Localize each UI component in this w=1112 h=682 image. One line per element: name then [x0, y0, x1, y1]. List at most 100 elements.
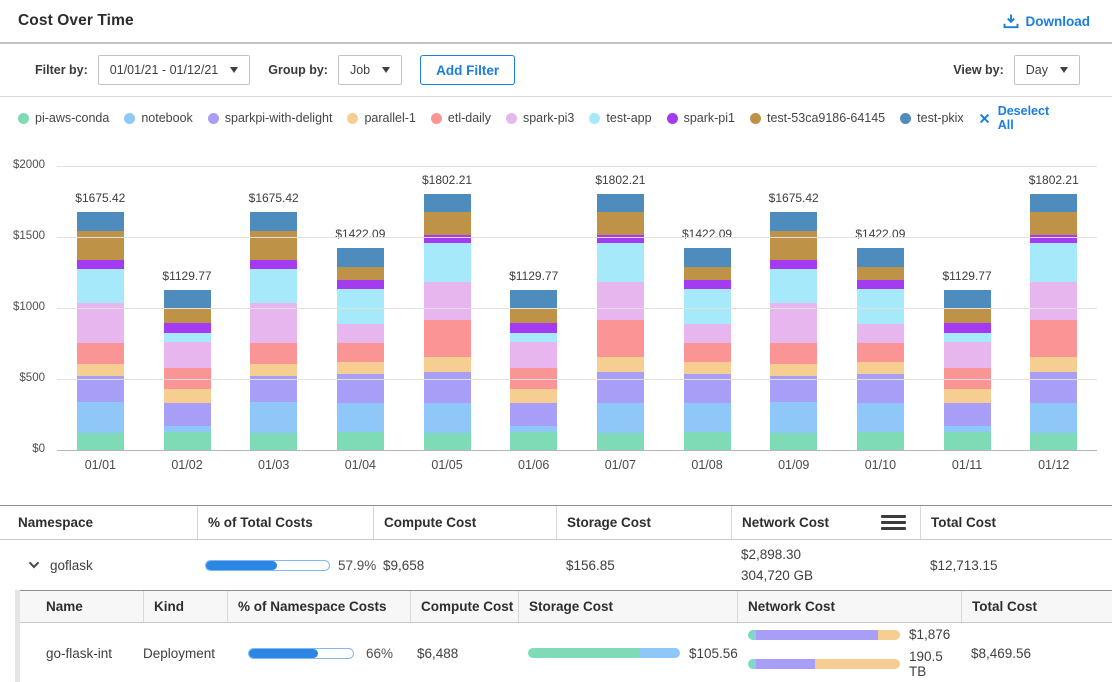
bar-segment-test-app[interactable] [510, 333, 557, 342]
bar-segment-test-53ca9186-64145[interactable] [337, 267, 384, 281]
bar-segment-pi-aws-conda[interactable] [337, 432, 384, 450]
group-by-select[interactable]: Job [338, 55, 402, 85]
bar-segment-test-pkix[interactable] [337, 248, 384, 266]
legend-item-test-app[interactable]: test-app [589, 111, 651, 125]
bar-segment-parallel-1[interactable] [597, 357, 644, 372]
bar-segment-test-pkix[interactable] [250, 212, 297, 231]
bar-segment-test-app[interactable] [857, 289, 904, 324]
bar-segment-sparkpi-with-delight[interactable] [597, 372, 644, 404]
bar-segment-etl-daily[interactable] [684, 343, 731, 362]
bar-segment-parallel-1[interactable] [424, 357, 471, 372]
bar-segment-sparkpi-with-delight[interactable] [1030, 372, 1077, 404]
bar-segment-etl-daily[interactable] [77, 343, 124, 364]
bar-segment-spark-pi3[interactable] [510, 342, 557, 368]
bar-segment-test-53ca9186-64145[interactable] [1030, 212, 1077, 235]
bar-segment-pi-aws-conda[interactable] [944, 432, 991, 450]
view-by-select[interactable]: Day [1014, 55, 1080, 85]
bar-segment-spark-pi1[interactable] [684, 280, 731, 289]
bar-segment-etl-daily[interactable] [597, 320, 644, 357]
bar-segment-spark-pi1[interactable] [164, 323, 211, 333]
add-filter-button[interactable]: Add Filter [420, 55, 515, 85]
chevron-down-icon[interactable] [28, 561, 40, 569]
deselect-all-button[interactable]: Deselect All [979, 104, 1064, 132]
bar-segment-notebook[interactable] [770, 402, 817, 433]
bar-segment-notebook[interactable] [337, 403, 384, 433]
workload-row-go-flask-int[interactable]: go-flask-int Deployment 66% $6,488 $105.… [20, 623, 1112, 682]
bar-segment-pi-aws-conda[interactable] [597, 433, 644, 450]
bar-segment-etl-daily[interactable] [424, 320, 471, 357]
bar-segment-spark-pi3[interactable] [1030, 282, 1077, 320]
bar-segment-test-pkix[interactable] [77, 212, 124, 231]
bar-segment-spark-pi1[interactable] [424, 235, 471, 244]
bar-segment-test-app[interactable] [944, 333, 991, 342]
bar-segment-test-53ca9186-64145[interactable] [597, 212, 644, 235]
namespace-cell[interactable]: goflask [0, 558, 197, 573]
bar-segment-test-app[interactable] [250, 269, 297, 303]
bar-segment-parallel-1[interactable] [164, 389, 211, 403]
bar-segment-sparkpi-with-delight[interactable] [424, 372, 471, 404]
bar-segment-spark-pi3[interactable] [857, 324, 904, 343]
bar-segment-spark-pi1[interactable] [77, 260, 124, 269]
bar-segment-notebook[interactable] [77, 402, 124, 433]
bar-segment-test-app[interactable] [684, 289, 731, 324]
bar-segment-spark-pi1[interactable] [510, 323, 557, 333]
bar-segment-parallel-1[interactable] [684, 362, 731, 375]
namespace-row-goflask[interactable]: goflask 57.9% $9,658 $156.85 $2,898.30 3… [0, 540, 1112, 590]
bar-segment-spark-pi1[interactable] [250, 260, 297, 269]
bar-segment-test-app[interactable] [164, 333, 211, 342]
bar-segment-test-pkix[interactable] [684, 248, 731, 266]
bar-segment-parallel-1[interactable] [77, 364, 124, 376]
bar-segment-spark-pi3[interactable] [337, 324, 384, 343]
bar-segment-parallel-1[interactable] [337, 362, 384, 375]
bar-segment-notebook[interactable] [424, 403, 471, 433]
legend-item-parallel-1[interactable]: parallel-1 [347, 111, 415, 125]
legend-item-spark-pi1[interactable]: spark-pi1 [667, 111, 735, 125]
bar-segment-sparkpi-with-delight[interactable] [510, 403, 557, 425]
bar-segment-test-53ca9186-64145[interactable] [684, 267, 731, 281]
bar-segment-test-pkix[interactable] [770, 212, 817, 231]
bar-segment-notebook[interactable] [1030, 403, 1077, 433]
bar-segment-sparkpi-with-delight[interactable] [164, 403, 211, 425]
bar-segment-test-pkix[interactable] [1030, 194, 1077, 212]
bar-segment-test-app[interactable] [77, 269, 124, 303]
bar-segment-test-app[interactable] [337, 289, 384, 324]
bar-segment-test-pkix[interactable] [597, 194, 644, 212]
bar-segment-pi-aws-conda[interactable] [250, 433, 297, 450]
bar-segment-spark-pi3[interactable] [164, 342, 211, 368]
column-menu-icon[interactable] [881, 515, 906, 530]
date-range-select[interactable]: 01/01/21 - 01/12/21 [98, 55, 250, 85]
bar-segment-spark-pi3[interactable] [944, 342, 991, 368]
bar-segment-test-app[interactable] [424, 243, 471, 281]
download-button[interactable]: Download [1003, 14, 1091, 29]
legend-item-spark-pi3[interactable]: spark-pi3 [506, 111, 574, 125]
legend-item-pi-aws-conda[interactable]: pi-aws-conda [18, 111, 109, 125]
bar-segment-test-pkix[interactable] [424, 194, 471, 212]
bar-segment-spark-pi3[interactable] [597, 282, 644, 320]
bar-segment-etl-daily[interactable] [337, 343, 384, 362]
legend-item-test-pkix[interactable]: test-pkix [900, 111, 964, 125]
bar-segment-etl-daily[interactable] [857, 343, 904, 362]
bar-segment-etl-daily[interactable] [1030, 320, 1077, 357]
bar-segment-test-app[interactable] [597, 243, 644, 281]
bar-segment-parallel-1[interactable] [944, 389, 991, 403]
bar-segment-test-53ca9186-64145[interactable] [424, 212, 471, 235]
bar-segment-parallel-1[interactable] [510, 389, 557, 403]
bar-segment-pi-aws-conda[interactable] [164, 432, 211, 450]
bar-segment-spark-pi1[interactable] [944, 323, 991, 333]
bar-segment-test-53ca9186-64145[interactable] [510, 309, 557, 323]
bar-segment-test-53ca9186-64145[interactable] [77, 231, 124, 260]
bar-segment-spark-pi1[interactable] [597, 235, 644, 244]
bar-segment-notebook[interactable] [857, 403, 904, 433]
bar-segment-spark-pi1[interactable] [337, 280, 384, 289]
bar-segment-spark-pi3[interactable] [684, 324, 731, 343]
bar-segment-test-53ca9186-64145[interactable] [250, 231, 297, 260]
bar-segment-parallel-1[interactable] [1030, 357, 1077, 372]
bar-segment-parallel-1[interactable] [857, 362, 904, 375]
legend-item-sparkpi-with-delight[interactable]: sparkpi-with-delight [208, 111, 333, 125]
bar-segment-test-53ca9186-64145[interactable] [857, 267, 904, 281]
bar-segment-test-app[interactable] [1030, 243, 1077, 281]
bar-segment-etl-daily[interactable] [770, 343, 817, 364]
bar-segment-pi-aws-conda[interactable] [770, 433, 817, 450]
bar-segment-test-pkix[interactable] [510, 290, 557, 309]
bar-segment-spark-pi1[interactable] [857, 280, 904, 289]
